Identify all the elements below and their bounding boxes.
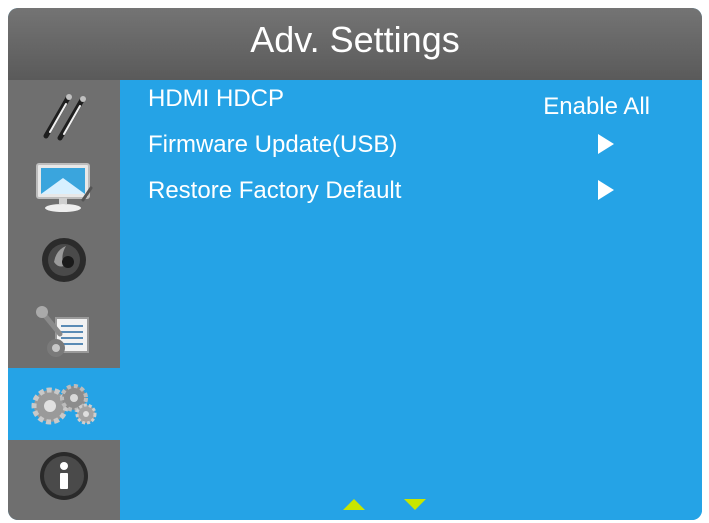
sidebar-item-setup[interactable] [8,296,120,368]
sidebar-item-info[interactable] [8,440,120,512]
tools-icon [36,306,89,357]
right-arrow-icon [598,134,614,154]
menu-item-label: Restore Factory Default [148,177,402,204]
menu-item-hdmi-hdcp[interactable]: HDMI HDCP Enable All [120,80,702,120]
sidebar-item-display[interactable] [8,152,120,224]
gears-icon [31,384,97,425]
page-title: Adv. Settings [250,19,460,60]
right-arrow-icon [598,180,614,200]
title-bar: Adv. Settings [8,8,702,80]
sidebar-item-advanced-settings[interactable] [8,368,120,440]
up-arrow-icon[interactable] [343,499,365,510]
down-arrow-icon[interactable] [404,499,426,510]
osd-menu: Adv. Settings HDMI HDCP Enable All Firmw… [8,8,702,520]
brushes-icon [43,94,86,141]
menu-item-label: Firmware Update(USB) [148,131,398,158]
sidebar-item-audio[interactable] [8,224,120,296]
sidebar-item-picture[interactable] [8,80,120,152]
menu-item-firmware-update[interactable]: Firmware Update(USB) [120,126,702,166]
audio-icon [42,238,86,282]
menu-item-value: Enable All [543,93,650,120]
info-icon [40,452,88,500]
monitor-icon [36,163,93,212]
menu-item-label: HDMI HDCP [148,85,284,112]
menu-item-restore-factory-default[interactable]: Restore Factory Default [120,172,702,212]
settings-panel: HDMI HDCP Enable All Firmware Update(USB… [120,80,702,520]
sidebar [8,80,120,520]
